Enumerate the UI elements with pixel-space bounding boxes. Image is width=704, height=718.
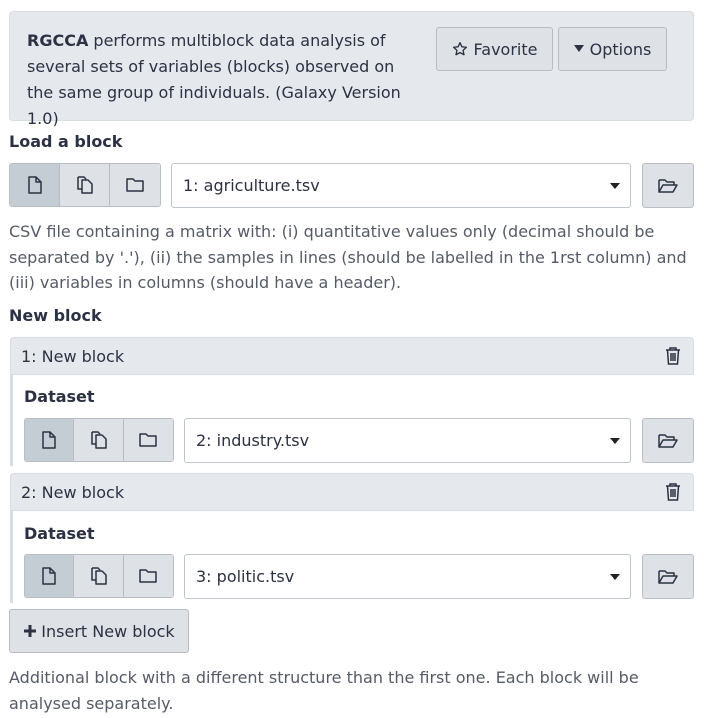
insert-new-block-button[interactable]: Insert New block xyxy=(9,609,189,653)
select-caret-icon xyxy=(610,438,620,444)
insert-new-block-label: Insert New block xyxy=(41,621,175,641)
browse-datasets-button[interactable] xyxy=(642,418,694,463)
repeat-block-header: 1: New block xyxy=(10,337,694,375)
folder-icon xyxy=(139,432,158,448)
dataset-selected: 3: politic.tsv xyxy=(196,567,295,586)
folder-open-icon xyxy=(658,178,678,194)
source-toggle[interactable] xyxy=(24,554,174,598)
dataset-select[interactable]: 3: politic.tsv xyxy=(184,554,631,599)
load-block-selected: 1: agriculture.tsv xyxy=(183,176,320,195)
plus-icon xyxy=(23,624,37,638)
single-dataset-toggle[interactable] xyxy=(10,164,60,206)
trash-icon[interactable] xyxy=(665,347,681,365)
folder-icon xyxy=(126,177,144,193)
repeat-block-title: 1: New block xyxy=(21,346,125,366)
file-icon xyxy=(41,567,57,585)
browse-datasets-button[interactable] xyxy=(642,554,694,599)
multiple-datasets-toggle[interactable] xyxy=(74,419,124,461)
file-icon xyxy=(27,176,43,194)
multiple-datasets-toggle[interactable] xyxy=(74,555,124,597)
multiple-datasets-toggle[interactable] xyxy=(60,164,110,206)
collection-toggle[interactable] xyxy=(123,555,173,597)
select-caret-icon xyxy=(610,183,620,189)
single-dataset-toggle[interactable] xyxy=(25,419,75,461)
dataset-select[interactable]: 2: industry.tsv xyxy=(184,418,631,463)
options-button[interactable]: Options xyxy=(558,27,667,71)
repeat-block-title: 2: New block xyxy=(21,482,125,502)
source-toggle[interactable] xyxy=(24,418,174,462)
load-block-help: CSV file containing a matrix with: (i) q… xyxy=(9,222,687,292)
dataset-label: Dataset xyxy=(24,387,95,406)
load-block-select[interactable]: 1: agriculture.tsv xyxy=(171,163,631,208)
load-block-label: Load a block xyxy=(9,132,123,151)
caret-down-icon xyxy=(573,45,584,53)
new-block-help: Additional block with a different struct… xyxy=(9,668,639,713)
star-icon xyxy=(452,41,468,57)
dataset-label: Dataset xyxy=(24,524,95,543)
new-block-label: New block xyxy=(9,306,102,325)
trash-icon[interactable] xyxy=(665,483,681,501)
collection-toggle[interactable] xyxy=(110,164,160,206)
folder-open-icon xyxy=(658,569,678,585)
select-caret-icon xyxy=(610,574,620,580)
favorite-button[interactable]: Favorite xyxy=(436,27,553,71)
folder-icon xyxy=(139,568,158,584)
single-dataset-toggle[interactable] xyxy=(25,555,75,597)
collection-toggle[interactable] xyxy=(123,419,173,461)
files-icon xyxy=(90,567,108,585)
dataset-selected: 2: industry.tsv xyxy=(196,431,310,450)
options-label: Options xyxy=(589,39,652,59)
folder-open-icon xyxy=(658,433,678,449)
files-icon xyxy=(76,176,94,194)
files-icon xyxy=(90,431,108,449)
source-toggle[interactable] xyxy=(9,163,161,207)
repeat-block-header: 2: New block xyxy=(10,473,694,511)
tool-description: RGCCA performs multiblock data analysis … xyxy=(27,28,422,132)
browse-datasets-button[interactable] xyxy=(642,163,694,208)
tool-name: RGCCA xyxy=(27,31,89,50)
file-icon xyxy=(41,431,57,449)
favorite-label: Favorite xyxy=(473,39,538,59)
